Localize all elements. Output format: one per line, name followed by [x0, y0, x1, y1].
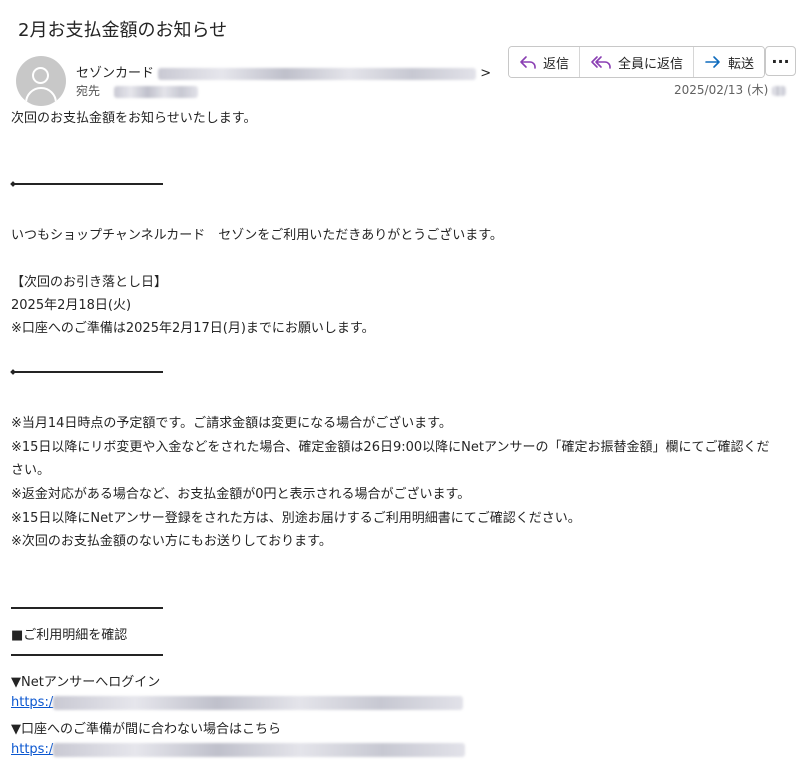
avatar-person-icon — [32, 67, 49, 84]
recipient-line: 宛先 — [76, 82, 198, 99]
login-label: ▼Netアンサーへログイン — [11, 675, 161, 690]
body-intro: 次回のお支払金額をお知らせいたします。 — [11, 111, 257, 126]
note-line: ※当月14日時点の予定額です。ご請求金額は変更になる場合がございます。 — [11, 416, 452, 431]
reply-all-icon — [591, 56, 611, 69]
account-link[interactable]: https:/ — [11, 742, 466, 757]
sender-avatar[interactable] — [16, 56, 66, 106]
note-line: ※15日以降にNetアンサー登録をされた方は、別途お届けするご利用明細書にてご確… — [11, 511, 581, 526]
divider-line — [11, 371, 163, 373]
login-link-text: https:/ — [11, 695, 54, 710]
message-actions: 返信 全員に返信 転送 — [508, 46, 766, 78]
avatar-person-body — [25, 87, 57, 106]
login-link-line: https:/ — [11, 695, 464, 710]
due-note: ※口座へのご準備は2025年2月17日(月)までにお願いします。 — [11, 321, 375, 336]
divider-line — [11, 654, 163, 656]
forward-arrow-icon — [705, 56, 720, 68]
forward-label: 転送 — [728, 56, 755, 72]
reply-button[interactable]: 返信 — [509, 47, 581, 77]
account-link-redacted — [53, 742, 466, 757]
more-options-icon: ··· — [771, 51, 790, 71]
due-heading: 【次回のお引き落とし日】 — [11, 275, 168, 290]
sender-address-redacted — [158, 67, 477, 80]
reply-icon — [520, 56, 536, 69]
note-line: ※返金対応がある場合など、お支払金額が0円と表示される場合がございます。 — [11, 487, 471, 502]
reply-all-button[interactable]: 全員に返信 — [580, 47, 695, 77]
body-greeting: いつもショップチャンネルカード セゾンをご利用いただきありがとうございます。 — [11, 228, 503, 243]
date-text: 2025/02/13 (木) — [674, 83, 769, 97]
divider-line — [11, 607, 163, 609]
reply-all-label: 全員に返信 — [618, 56, 684, 72]
login-link-redacted — [53, 695, 464, 710]
sender-address-end: > — [480, 66, 492, 81]
recipient-redacted — [113, 85, 198, 98]
time-redacted — [772, 85, 787, 96]
statement-heading: ■ご利用明細を確認 — [11, 628, 128, 643]
note-line: さい。 — [11, 463, 51, 478]
forward-button[interactable]: 転送 — [694, 47, 765, 77]
note-line: ※15日以降にリボ変更や入金などをされた場合、確定金額は26日9:00以降にNe… — [11, 440, 770, 455]
note-line: ※次回のお支払金額のない方にもお送りしております。 — [11, 534, 332, 549]
sender-name: セゾンカード — [76, 66, 155, 81]
account-link-text: https:/ — [11, 742, 54, 757]
due-date: 2025年2月18日(火) — [11, 298, 132, 313]
email-subject: 2月お支払金額のお知らせ — [18, 20, 228, 41]
received-date: 2025/02/13 (木) — [674, 81, 787, 98]
account-label: ▼口座へのご準備が間に合わない場合はこちら — [11, 722, 281, 737]
divider-line — [11, 183, 163, 185]
login-link[interactable]: https:/ — [11, 695, 464, 710]
reply-label: 返信 — [543, 56, 570, 72]
more-options-button[interactable]: ··· — [765, 46, 796, 76]
sender-line[interactable]: セゾンカード > — [76, 62, 491, 81]
recipient-label: 宛先 — [76, 84, 101, 98]
account-link-line: https:/ — [11, 742, 466, 757]
